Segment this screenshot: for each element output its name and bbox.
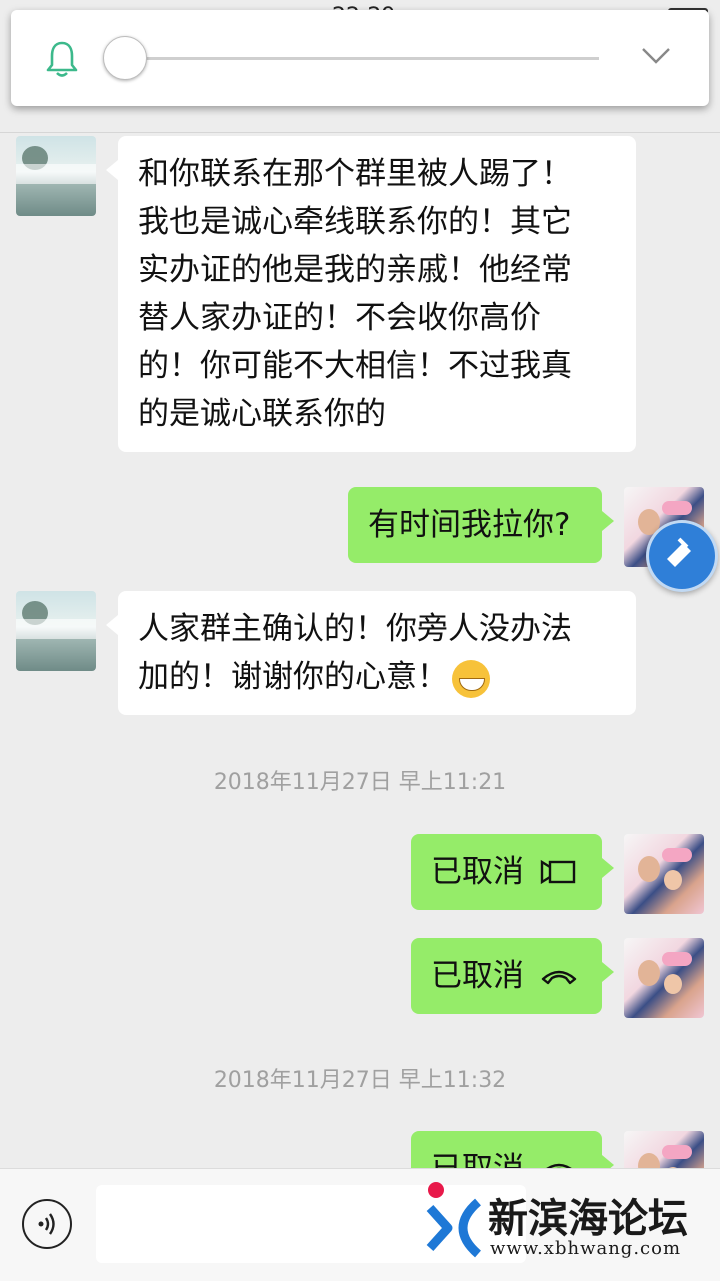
message-bubble-incoming[interactable]: 人家群主确认的！你旁人没办法 加的！谢谢你的心意！: [106, 591, 636, 715]
message-text: 的是诚心联系你的: [138, 396, 386, 432]
message-text: 实办证的他是我的亲戚！他经常: [138, 252, 572, 288]
message-text: 替人家办证的！不会收你高价: [138, 300, 541, 336]
volume-slider-thumb[interactable]: [103, 36, 147, 80]
video-call-icon: [540, 859, 576, 885]
message-bubble-incoming[interactable]: 和你联系在那个群里被人踢了！ 我也是诚心牵线联系你的！其它 实办证的他是我的亲戚…: [106, 136, 636, 452]
contact-avatar[interactable]: [16, 136, 96, 216]
timestamp: 2018年11月27日 早上11:32: [213, 1068, 507, 1093]
forum-logo-icon: [426, 1182, 482, 1258]
volume-slider-track[interactable]: [137, 57, 599, 60]
message-bubble-outgoing[interactable]: 有时间我拉你?: [348, 487, 614, 563]
timestamp: 2018年11月27日 早上11:21: [213, 770, 507, 795]
message-text: 和你联系在那个群里被人踢了！: [138, 156, 572, 192]
bell-icon[interactable]: [45, 40, 79, 78]
speaker-icon: [38, 1213, 55, 1235]
floating-assistant-button[interactable]: [646, 520, 718, 592]
my-avatar[interactable]: [624, 834, 704, 914]
volume-panel: [11, 10, 709, 106]
message-text: 人家群主确认的！你旁人没办法: [138, 611, 572, 647]
call-status-text: 已取消: [431, 854, 524, 890]
my-avatar[interactable]: [624, 938, 704, 1018]
forum-watermark: 新滨海论坛 www.xbhwang.com: [424, 1180, 720, 1280]
message-text: 我也是诚心牵线联系你的！其它: [138, 204, 572, 240]
chevron-down-icon[interactable]: [641, 46, 671, 66]
grin-emoji-icon: [452, 659, 490, 698]
call-bubble-outgoing[interactable]: 已取消: [411, 834, 614, 910]
hand-icon: [667, 537, 691, 567]
forum-name: 新滨海论坛: [488, 1196, 688, 1242]
call-bubble-outgoing[interactable]: 已取消: [411, 938, 614, 1014]
contact-avatar[interactable]: [16, 591, 96, 671]
voice-input-button[interactable]: [22, 1199, 72, 1249]
message-text: 有时间我拉你?: [368, 507, 571, 543]
forum-url: www.xbhwang.com: [490, 1238, 682, 1259]
message-text: 加的！谢谢你的心意！: [138, 659, 448, 695]
voice-call-icon: [541, 970, 577, 985]
call-status-text: 已取消: [431, 958, 524, 994]
message-text: 的！你可能不大相信！不过我真: [138, 348, 572, 384]
